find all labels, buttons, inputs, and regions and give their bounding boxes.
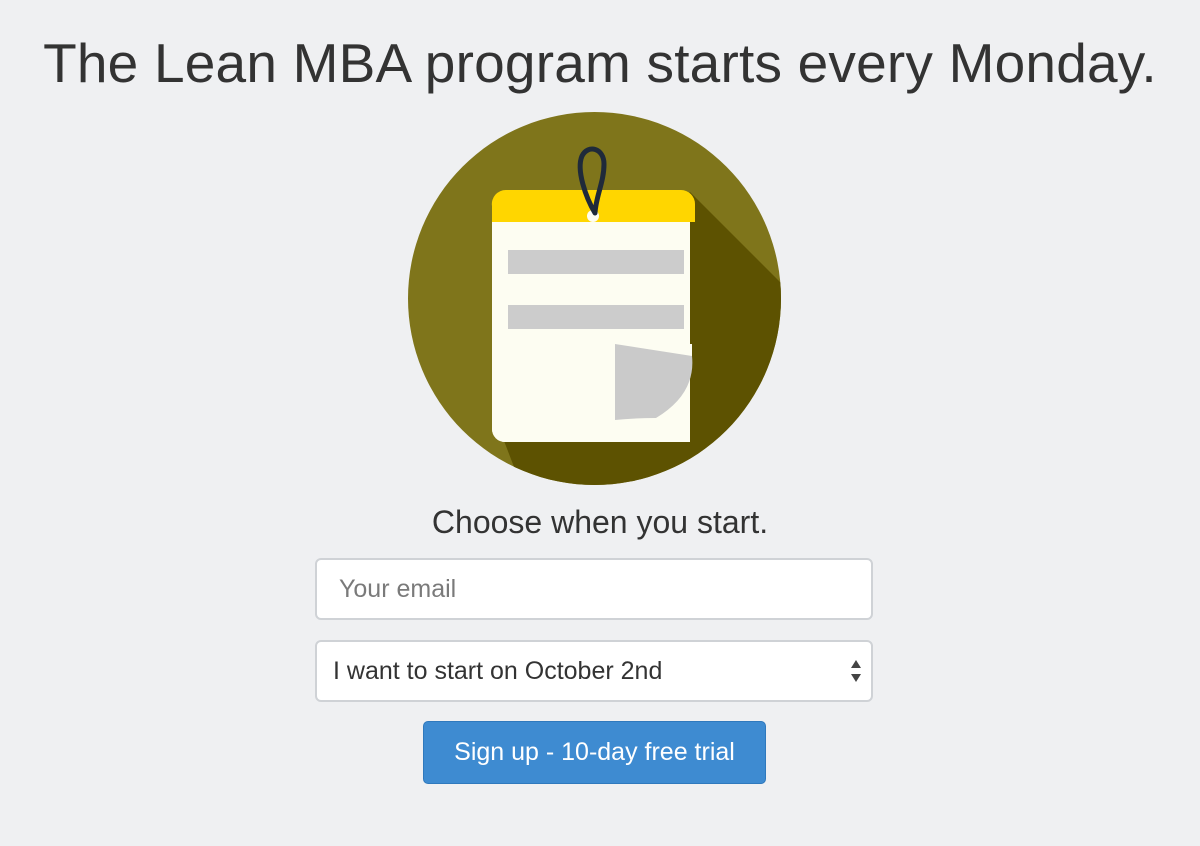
signup-button[interactable]: Sign up - 10-day free trial [423,721,766,784]
notepad-line-2 [508,305,684,329]
notepad-icon [408,112,781,485]
notepad-illustration [408,112,781,485]
page-headline: The Lean MBA program starts every Monday… [43,32,1157,94]
choose-start-heading: Choose when you start. [431,504,769,540]
start-date-value: I want to start on October 2nd [333,656,663,685]
select-arrows-icon [851,660,861,682]
landing-page: The Lean MBA program starts every Monday… [0,0,1200,846]
email-field-wrapper [315,558,873,620]
start-date-select[interactable]: I want to start on October 2nd [315,640,873,702]
email-field[interactable] [317,560,871,618]
notepad-line-1 [508,250,684,274]
